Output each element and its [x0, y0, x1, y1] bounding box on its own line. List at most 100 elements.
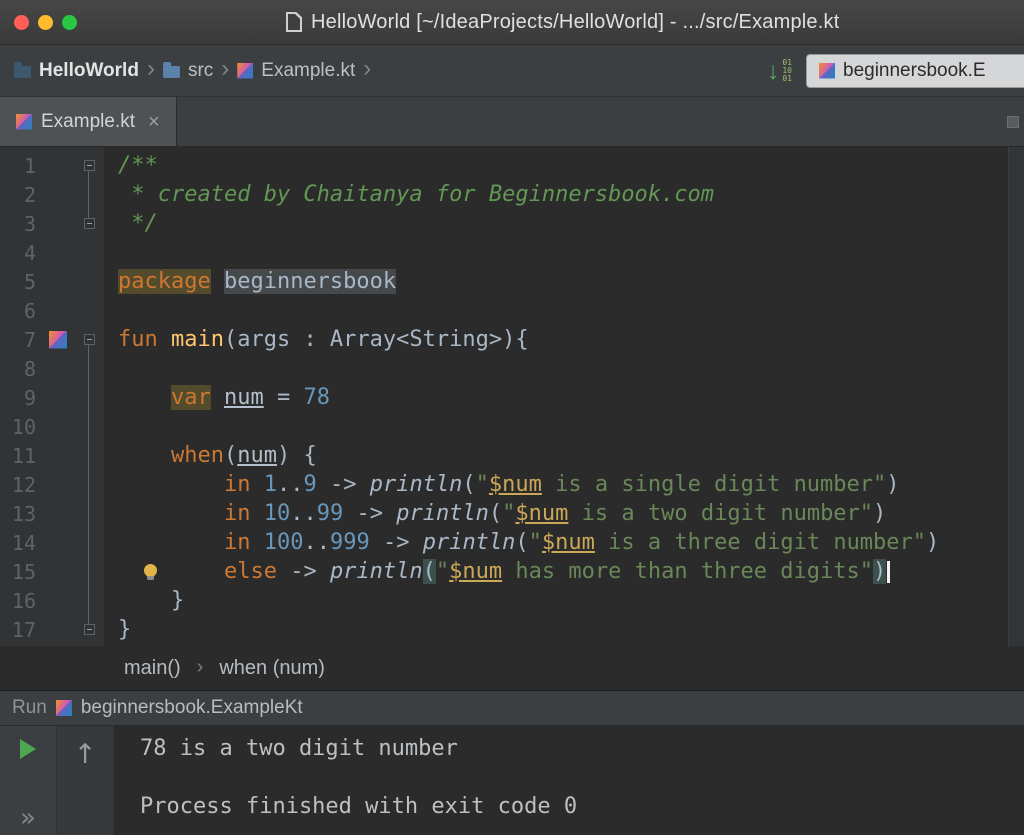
- code-line-2[interactable]: * created by Chaitanya for Beginnersbook…: [118, 180, 1024, 209]
- tab-label: Example.kt: [41, 111, 135, 133]
- code-line-5[interactable]: package beginnersbook: [118, 267, 1024, 296]
- line-number: 14: [0, 531, 42, 555]
- code-token: (: [489, 501, 502, 526]
- code-line-8[interactable]: [118, 354, 1024, 383]
- code-token: (: [462, 472, 475, 497]
- code-token: [118, 472, 224, 497]
- code-token: ): [886, 472, 899, 497]
- code-token: [211, 269, 224, 294]
- code-line-12[interactable]: in 1..9 -> println("$num is a single dig…: [118, 470, 1024, 499]
- code-token: is a two digit number": [568, 501, 873, 526]
- editor-scrollbar[interactable]: [1008, 147, 1024, 646]
- line-number: 6: [0, 299, 42, 323]
- code-token: 10: [264, 501, 291, 526]
- code-token: 999: [330, 530, 370, 555]
- text-caret: [887, 561, 890, 583]
- code-token: ->: [317, 472, 370, 497]
- code-token: ": [476, 472, 489, 497]
- code-token: [250, 472, 263, 497]
- code-line-15[interactable]: else -> println("$num has more than thre…: [118, 557, 1024, 586]
- nav-src-label: src: [188, 60, 213, 82]
- editor-code[interactable]: /** * created by Chaitanya for Beginners…: [104, 147, 1024, 646]
- code-token: $num: [542, 530, 595, 555]
- code-token: =: [264, 385, 304, 410]
- run-panel-header: Run beginnersbook.ExampleKt: [0, 690, 1024, 726]
- window-title: HelloWorld [~/IdeaProjects/HelloWorld] -…: [311, 11, 839, 34]
- navbar-right: ↓ 01 10 01 beginnersbook.E: [767, 54, 1024, 88]
- inspections-widget-icon[interactable]: [1007, 116, 1019, 128]
- console-output: 78 is a two digit number Process finishe…: [114, 726, 1024, 835]
- line-number: 13: [0, 502, 42, 526]
- code-line-17[interactable]: }: [118, 615, 1024, 644]
- vcs-update-widget[interactable]: ↓ 01 10 01: [767, 59, 792, 83]
- kotlin-run-line-icon[interactable]: [49, 331, 67, 349]
- fold-toggle-icon[interactable]: [84, 624, 95, 635]
- code-token: ): [926, 530, 939, 555]
- nav-item-src[interactable]: src: [163, 60, 213, 82]
- code-line-7[interactable]: fun main(args : Array<String>){: [118, 325, 1024, 354]
- close-window-button[interactable]: [14, 15, 29, 30]
- fold-guide-line: [88, 171, 89, 218]
- breadcrumb-when[interactable]: when (num): [219, 657, 325, 680]
- code-token: ) {: [277, 443, 317, 468]
- code-token: is a three digit number": [595, 530, 926, 555]
- code-token: (: [224, 443, 237, 468]
- code-line-13[interactable]: in 10..99 -> println("$num is a two digi…: [118, 499, 1024, 528]
- code-token: 78: [303, 385, 330, 410]
- code-line-4[interactable]: [118, 238, 1024, 267]
- close-tab-icon[interactable]: ×: [144, 113, 160, 131]
- fold-toggle-icon[interactable]: [84, 218, 95, 229]
- code-token: */: [118, 211, 158, 236]
- line-number: 15: [0, 560, 42, 584]
- fold-toggle-icon[interactable]: [84, 160, 95, 171]
- skip-to-end-icon[interactable]: »: [20, 807, 36, 829]
- vcs-digits: 01 10 01: [782, 59, 792, 83]
- code-token: 100: [264, 530, 304, 555]
- zoom-window-button[interactable]: [62, 15, 77, 30]
- breadcrumb-main[interactable]: main(): [124, 657, 181, 680]
- code-line-9[interactable]: var num = 78: [118, 383, 1024, 412]
- code-token: (: [515, 530, 528, 555]
- code-token: $num: [489, 472, 542, 497]
- code-line-10[interactable]: [118, 412, 1024, 441]
- code-token: when: [171, 443, 224, 468]
- code-line-3[interactable]: */: [118, 209, 1024, 238]
- line-number: 4: [0, 241, 42, 265]
- code-line-14[interactable]: in 100..999 -> println("$num is a three …: [118, 528, 1024, 557]
- rerun-button[interactable]: [20, 739, 36, 759]
- line-number: 7: [0, 328, 42, 352]
- code-token: (args : Array<String>){: [224, 327, 529, 352]
- tab-example-kt[interactable]: Example.kt ×: [0, 97, 177, 146]
- minimize-window-button[interactable]: [38, 15, 53, 30]
- code-token: }: [118, 588, 184, 613]
- intention-bulb-icon[interactable]: [144, 564, 157, 577]
- nav-item-project[interactable]: HelloWorld: [14, 60, 139, 82]
- code-token: in: [224, 530, 251, 555]
- code-token: /**: [118, 153, 158, 178]
- fold-toggle-icon[interactable]: [84, 334, 95, 345]
- code-line-16[interactable]: }: [118, 586, 1024, 615]
- gutter-icon-slot: [42, 331, 74, 349]
- document-proxy-icon[interactable]: [286, 12, 302, 32]
- line-number: 9: [0, 386, 42, 410]
- scroll-up-icon[interactable]: ↑: [74, 742, 97, 768]
- code-token: package: [118, 269, 211, 294]
- line-number: 5: [0, 270, 42, 294]
- nav-file-label: Example.kt: [261, 60, 355, 82]
- navigation-bar: HelloWorld › src › Example.kt › ↓ 01 10 …: [0, 45, 1024, 97]
- code-token: has more than three digits": [502, 559, 873, 584]
- fold-guide-line: [88, 345, 89, 624]
- code-line-11[interactable]: when(num) {: [118, 441, 1024, 470]
- gutter-line-5: 5: [0, 267, 104, 296]
- gutter-line-6: 6: [0, 296, 104, 325]
- run-configuration-select[interactable]: beginnersbook.E: [806, 54, 1024, 88]
- nav-item-file[interactable]: Example.kt: [237, 60, 355, 82]
- code-token: ->: [370, 530, 423, 555]
- code-line-1[interactable]: /**: [118, 151, 1024, 180]
- code-token: println: [423, 530, 516, 555]
- code-line-6[interactable]: [118, 296, 1024, 325]
- code-breadcrumbs: main() › when (num): [0, 646, 1024, 690]
- line-number: 1: [0, 154, 42, 178]
- run-console: » ↑ 78 is a two digit number Process fin…: [0, 726, 1024, 835]
- code-token: [118, 530, 224, 555]
